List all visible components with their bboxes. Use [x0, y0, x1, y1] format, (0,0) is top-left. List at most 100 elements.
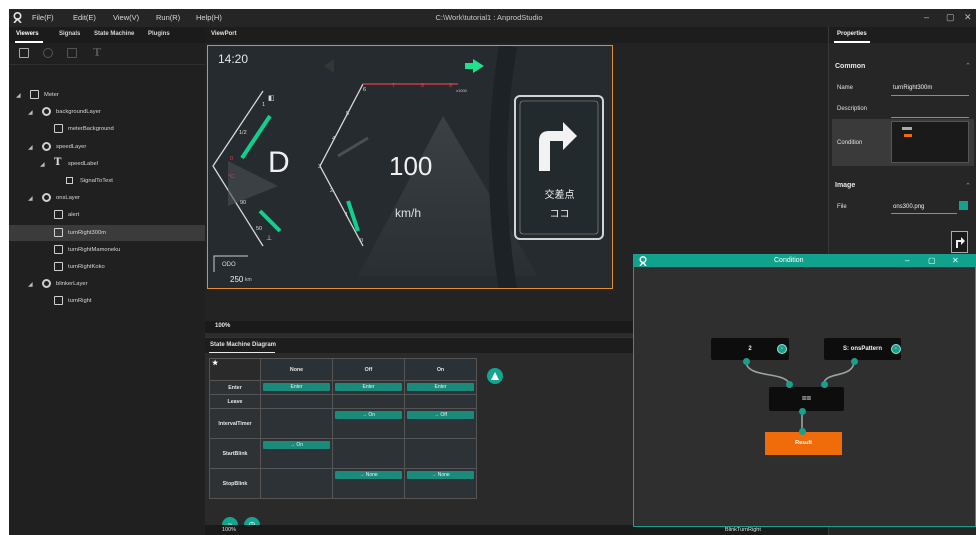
expand-toggle-icon[interactable]: ◢ — [40, 161, 45, 168]
transition-cell[interactable]: Enter — [332, 380, 405, 395]
transition-chip[interactable]: Enter — [407, 383, 474, 391]
tree-item[interactable]: ◢ onsLayer — [9, 190, 205, 206]
tab-signals[interactable]: Signals — [59, 31, 80, 37]
transition-cell[interactable] — [404, 438, 477, 469]
tree-item[interactable]: ◢ speedLayer — [9, 139, 205, 155]
viewport-zoom-level[interactable]: 100% — [215, 323, 230, 329]
value-node-output-port[interactable]: ◦ — [777, 344, 787, 354]
expand-toggle-icon[interactable]: ◢ — [28, 195, 33, 202]
operator-input-port-b[interactable] — [821, 381, 828, 388]
transition-cell[interactable]: → None — [332, 468, 405, 499]
row-header[interactable]: StopBlink — [209, 468, 261, 499]
collapse-image-icon[interactable]: ⌃ — [965, 182, 971, 190]
column-header[interactable]: None — [260, 358, 333, 381]
tab-state-machine[interactable]: State Machine — [94, 31, 134, 37]
gear-label: D — [268, 146, 290, 179]
state-machine-title[interactable]: State Machine Diagram — [210, 342, 276, 348]
menu-file[interactable]: File(F) — [32, 13, 54, 22]
signal-node-port[interactable] — [851, 358, 858, 365]
state-machine-signal-select[interactable]: BlinkTurnRight — [725, 527, 761, 533]
value-node-port[interactable] — [743, 358, 750, 365]
transition-cell[interactable] — [332, 394, 405, 409]
transition-chip[interactable]: Enter — [335, 383, 402, 391]
transition-cell[interactable] — [332, 438, 405, 469]
close-window-button[interactable]: ✕ — [964, 12, 972, 23]
tree-item[interactable]: turnRightMamoneku — [9, 242, 205, 258]
column-header[interactable]: On — [404, 358, 477, 381]
tree-item[interactable]: alert — [9, 207, 205, 223]
transition-cell[interactable] — [260, 408, 333, 439]
tab-plugins[interactable]: Plugins — [148, 31, 170, 37]
image-section-title[interactable]: Image — [835, 182, 855, 189]
meter-preview[interactable]: 14:20 D 100 km/h 0 1 2 3 4 5 6 7 8 9 x10… — [207, 45, 613, 289]
transition-cell[interactable] — [260, 394, 333, 409]
operator-input-port-a[interactable] — [786, 381, 793, 388]
transition-chip[interactable]: Enter — [263, 383, 330, 391]
row-header[interactable]: Leave — [209, 394, 261, 409]
condition-row[interactable]: Condition — [832, 119, 974, 166]
tree-item[interactable]: ◢ TspeedLabel — [9, 156, 205, 172]
expand-toggle-icon[interactable]: ◢ — [28, 281, 33, 288]
tree-item[interactable]: meterBackground — [9, 121, 205, 137]
menu-help[interactable]: Help(H) — [196, 13, 222, 22]
description-field[interactable] — [891, 117, 969, 118]
menu-run[interactable]: Run(R) — [156, 13, 180, 22]
transition-chip[interactable]: → On — [335, 411, 402, 419]
collapse-common-icon[interactable]: ⌃ — [965, 62, 971, 70]
file-browse-button[interactable] — [959, 201, 968, 210]
transition-cell[interactable] — [260, 468, 333, 499]
dialog-close-button[interactable]: ✕ — [952, 256, 959, 265]
transition-cell[interactable]: → Off — [404, 408, 477, 439]
state-machine-zoom-level[interactable]: 100% — [222, 527, 236, 533]
signal-node-output-port[interactable]: ◦ — [891, 344, 901, 354]
common-section-title[interactable]: Common — [835, 63, 865, 70]
tree-item[interactable]: turnRightKoko — [9, 259, 205, 275]
tree-item[interactable]: turnRight — [9, 293, 205, 309]
transition-cell[interactable]: Enter — [404, 380, 477, 395]
tab-viewers[interactable]: Viewers — [16, 31, 39, 37]
tree-item[interactable]: SignalToText — [9, 173, 205, 189]
add-image-icon[interactable] — [67, 48, 77, 58]
row-header[interactable]: StartBlink — [209, 438, 261, 469]
add-screen-icon[interactable] — [19, 48, 29, 58]
row-header[interactable]: Enter — [209, 380, 261, 395]
transition-cell[interactable]: Enter — [260, 380, 333, 395]
column-header[interactable]: Off — [332, 358, 405, 381]
tree-item[interactable]: ◢ Meter — [9, 87, 205, 103]
condition-thumbnail[interactable] — [891, 121, 969, 163]
condition-node-canvas[interactable]: 2 ◦ S: onsPattern ◦ == Result — [634, 267, 975, 526]
tree-item[interactable]: turnRight300m — [9, 224, 205, 241]
minimize-button[interactable]: – — [924, 12, 929, 22]
result-node[interactable]: Result — [765, 432, 842, 455]
expand-toggle-icon[interactable]: ◢ — [28, 144, 33, 151]
name-field[interactable]: turnRight300m — [893, 85, 932, 91]
add-state-button[interactable] — [487, 368, 503, 384]
file-field[interactable]: ons300.png — [893, 204, 924, 210]
menu-view[interactable]: View(V) — [113, 13, 139, 22]
expand-toggle-icon[interactable]: ◢ — [16, 92, 21, 99]
row-header[interactable]: IntervalTimer — [209, 408, 261, 439]
dialog-maximize-button[interactable]: ▢ — [928, 256, 936, 265]
tree-item[interactable]: ◢ backgroundLayer — [9, 104, 205, 120]
tab-properties[interactable]: Properties — [837, 31, 867, 37]
add-layer-icon[interactable] — [43, 48, 53, 58]
transition-chip[interactable]: → None — [407, 471, 474, 479]
add-text-icon[interactable]: T — [93, 46, 103, 59]
dialog-minimize-button[interactable]: – — [905, 256, 909, 265]
transition-cell[interactable]: → None — [404, 468, 477, 499]
expand-toggle-icon[interactable]: ◢ — [28, 109, 33, 116]
condition-dialog-titlebar[interactable]: Condition – ▢ ✕ — [634, 255, 975, 267]
transition-chip[interactable]: → On — [263, 441, 330, 449]
transition-chip[interactable]: → None — [335, 471, 402, 479]
transition-cell[interactable]: → On — [260, 438, 333, 469]
menu-edit[interactable]: Edit(E) — [73, 13, 96, 22]
maximize-button[interactable]: ▢ — [946, 12, 955, 23]
signal-node[interactable]: S: onsPattern — [824, 338, 901, 360]
tree-item[interactable]: ◢ blinkerLayer — [9, 276, 205, 292]
result-input-port[interactable] — [799, 428, 806, 435]
transition-chip[interactable]: → Off — [407, 411, 474, 419]
transition-cell[interactable]: → On — [332, 408, 405, 439]
equals-operator-node[interactable]: == — [769, 387, 844, 411]
operator-output-port[interactable] — [799, 408, 806, 415]
transition-cell[interactable] — [404, 394, 477, 409]
